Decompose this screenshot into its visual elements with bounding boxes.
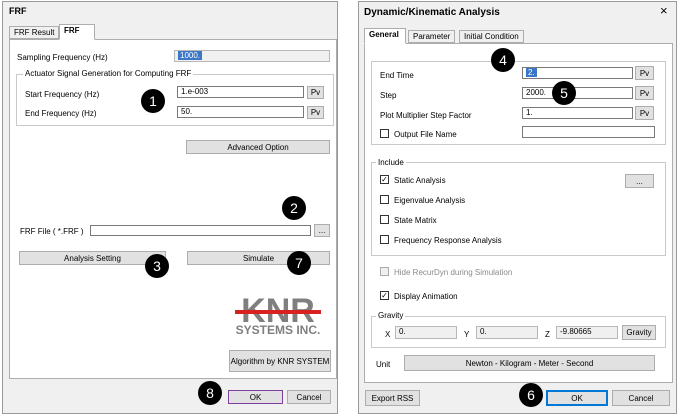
- frequency-response-label: Frequency Response Analysis: [394, 236, 502, 245]
- callout-1: 1: [141, 89, 165, 113]
- plot-multiplier-pv-button[interactable]: Pv: [635, 106, 654, 120]
- sampling-frequency-label: Sampling Frequency (Hz): [17, 53, 108, 62]
- dka-dialog-title: Dynamic/Kinematic Analysis: [364, 7, 500, 18]
- gravity-group-title: Gravity: [376, 311, 406, 320]
- step-label: Step: [380, 91, 397, 100]
- eigenvalue-analysis-label: Eigenvalue Analysis: [394, 196, 466, 205]
- gravity-button[interactable]: Gravity: [622, 325, 656, 340]
- state-matrix-label: State Matrix: [394, 216, 437, 225]
- unit-label: Unit: [376, 360, 391, 369]
- static-analysis-label: Static Analysis: [394, 176, 446, 185]
- frf-ok-button[interactable]: OK: [228, 390, 283, 404]
- checkmark-icon: ✓: [381, 174, 388, 184]
- end-time-label: End Time: [380, 71, 414, 80]
- end-frequency-pv-button[interactable]: Pv: [307, 106, 324, 119]
- frf-cancel-button[interactable]: Cancel: [287, 390, 331, 404]
- output-file-field[interactable]: [522, 126, 655, 138]
- callout-4: 4: [491, 48, 515, 72]
- hide-recurdyn-checkbox[interactable]: [380, 267, 389, 276]
- tab-frf[interactable]: FRF: [59, 24, 95, 40]
- unit-button[interactable]: Newton - Kilogram - Meter - Second: [404, 355, 655, 371]
- callout-5: 5: [552, 81, 576, 105]
- callout-6: 6: [519, 383, 543, 407]
- dka-ok-button[interactable]: OK: [546, 390, 608, 406]
- plot-multiplier-label: Plot Multiplier Step Factor: [380, 111, 472, 120]
- step-pv-button[interactable]: Pv: [635, 86, 654, 100]
- start-frequency-pv-button[interactable]: Pv: [307, 86, 324, 99]
- state-matrix-checkbox[interactable]: [380, 215, 389, 224]
- gravity-y-label: Y: [464, 330, 470, 339]
- end-time-pv-button[interactable]: Pv: [635, 66, 654, 80]
- eigenvalue-analysis-checkbox[interactable]: [380, 195, 389, 204]
- knr-logo: KNR SYSTEMS INC.: [235, 292, 321, 338]
- close-icon[interactable]: ×: [660, 3, 668, 18]
- actuator-signal-group-title: Actuator Signal Generation for Computing…: [23, 69, 194, 78]
- gravity-x-label: X: [385, 330, 391, 339]
- output-file-label: Output File Name: [394, 130, 457, 139]
- advanced-option-button[interactable]: Advanced Option: [186, 140, 330, 154]
- algorithm-by-knr-button[interactable]: Algorithm by KNR SYSTEM: [229, 350, 331, 372]
- dka-dialog: Dynamic/Kinematic Analysis × General Par…: [358, 1, 677, 414]
- plot-multiplier-field[interactable]: 1.: [522, 107, 633, 119]
- gravity-z-field[interactable]: -9.80665: [556, 326, 618, 339]
- display-animation-label: Display Animation: [394, 292, 458, 301]
- tab-initial-condition[interactable]: Initial Condition: [459, 30, 524, 43]
- callout-8: 8: [198, 381, 222, 405]
- callout-2: 2: [282, 196, 306, 220]
- display-animation-checkbox[interactable]: ✓: [380, 291, 389, 300]
- end-frequency-label: End Frequency (Hz): [25, 109, 97, 118]
- sampling-frequency-field[interactable]: 1000.: [174, 50, 330, 62]
- start-frequency-label: Start Frequency (Hz): [25, 90, 100, 99]
- checkmark-icon: ✓: [381, 290, 388, 300]
- end-time-value: 2.: [526, 68, 537, 77]
- hide-recurdyn-label: Hide RecurDyn during Simulation: [394, 268, 513, 277]
- static-analysis-options-button[interactable]: ...: [625, 174, 654, 188]
- callout-7: 7: [287, 251, 311, 275]
- step-field[interactable]: 2000.: [522, 87, 633, 99]
- callout-3: 3: [145, 254, 169, 278]
- dka-cancel-button[interactable]: Cancel: [612, 390, 670, 406]
- frf-file-browse-button[interactable]: ...: [314, 224, 330, 237]
- frequency-response-checkbox[interactable]: [380, 235, 389, 244]
- tab-general[interactable]: General: [364, 28, 406, 44]
- frf-file-label: FRF File ( *.FRF ): [20, 227, 84, 236]
- include-group-title: Include: [376, 158, 406, 167]
- tab-parameter[interactable]: Parameter: [408, 30, 456, 43]
- gravity-z-label: Z: [545, 330, 550, 339]
- knr-logo-subtitle: SYSTEMS INC.: [235, 323, 321, 337]
- static-analysis-checkbox[interactable]: ✓: [380, 175, 389, 184]
- export-rss-button[interactable]: Export RSS: [365, 390, 420, 406]
- tab-frf-result[interactable]: FRF Result: [9, 26, 60, 39]
- frf-file-field[interactable]: [90, 225, 311, 236]
- gravity-x-field[interactable]: 0.: [395, 326, 457, 339]
- end-frequency-field[interactable]: 50.: [177, 106, 304, 118]
- analysis-setting-button[interactable]: Analysis Setting: [19, 251, 166, 265]
- actuator-signal-group: [16, 74, 334, 126]
- output-file-checkbox[interactable]: [380, 129, 389, 138]
- end-time-field[interactable]: 2.: [522, 67, 633, 79]
- gravity-y-field[interactable]: 0.: [476, 326, 538, 339]
- start-frequency-field[interactable]: 1.e-003: [177, 86, 304, 98]
- sampling-frequency-value: 1000.: [178, 51, 203, 60]
- frf-dialog-title: FRF: [9, 6, 27, 16]
